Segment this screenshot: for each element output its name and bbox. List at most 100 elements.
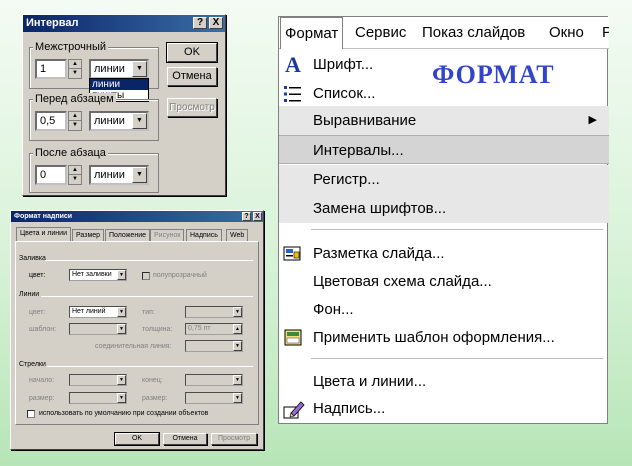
menu-service[interactable]: Сервис	[355, 17, 406, 48]
line-spacing-unit-select[interactable]: линии ▼	[89, 59, 149, 79]
line-pattern-label: шаблон:	[29, 326, 57, 333]
line-spacing-label: Межстрочный	[33, 41, 109, 53]
menu-item-colors-lines[interactable]: Цвета и линии...	[279, 367, 609, 396]
chevron-down-icon[interactable]: ▼	[233, 393, 242, 403]
close-button[interactable]: X	[209, 17, 223, 29]
interval-dialog: Интервал ? X Межстрочный 1 ▲ ▼ линии ▼ ли…	[22, 14, 226, 196]
chevron-down-icon[interactable]: ▼	[117, 375, 126, 385]
spin-down-icon[interactable]: ▼	[69, 175, 81, 184]
cancel-button[interactable]: Отмена	[163, 433, 207, 445]
font-a-icon: A	[285, 52, 301, 77]
preview-button[interactable]: Просмотр	[211, 433, 257, 445]
arrow-begin-select[interactable]: ▼	[69, 374, 127, 386]
chevron-down-icon[interactable]: ▼	[132, 61, 147, 77]
after-paragraph-input[interactable]: 0	[35, 165, 67, 185]
connector-select[interactable]: ▼	[185, 340, 243, 352]
help-button[interactable]: ?	[193, 17, 207, 29]
preview-button[interactable]: Просмотр	[167, 98, 217, 117]
menu-item-background[interactable]: Фон...	[279, 295, 609, 324]
translucent-label: полупрозрачный	[153, 272, 207, 279]
help-button[interactable]: ?	[242, 212, 251, 221]
after-paragraph-unit-select[interactable]: линии ▼	[89, 165, 149, 185]
menu-item-color-scheme[interactable]: Цветовая схема слайда...	[279, 267, 609, 296]
line-weight-label: толщина:	[142, 326, 173, 333]
interval-dialog-titlebar[interactable]: Интервал ? X	[23, 15, 225, 32]
menu-window[interactable]: Окно	[549, 17, 584, 48]
cancel-button[interactable]: Отмена	[167, 67, 217, 86]
arrow-end-size-select[interactable]: ▼	[185, 392, 243, 404]
menu-item-intervals[interactable]: Интервалы...	[279, 135, 609, 164]
spin-up-icon[interactable]: ▲	[69, 166, 81, 175]
lines-section-label: Линии	[19, 291, 40, 298]
chevron-down-icon[interactable]: ▼	[117, 393, 126, 403]
fill-section-label: Заливка	[19, 255, 46, 262]
chevron-down-icon[interactable]: ▼	[117, 270, 126, 280]
spin-down-icon[interactable]: ▼	[69, 69, 81, 78]
before-paragraph-label: Перед абзацем	[33, 93, 116, 105]
unit-option-lines[interactable]: линии	[90, 79, 148, 90]
menu-item-case[interactable]: Регистр...	[279, 165, 609, 194]
format-heading: ФОРМАТ	[432, 60, 555, 89]
before-paragraph-spinner[interactable]: ▲ ▼	[68, 111, 82, 131]
arrows-divider	[47, 366, 253, 367]
arrow-begin-size-label: размер:	[29, 395, 55, 402]
chevron-down-icon[interactable]: ▼	[117, 307, 126, 317]
list-icon	[283, 84, 303, 104]
before-paragraph-unit-select[interactable]: линии ▼	[89, 111, 149, 131]
default-checkbox-label: использовать по умолчанию при создании о…	[39, 410, 209, 417]
connector-label: соединительная линия:	[95, 343, 172, 350]
fill-color-select[interactable]: Нет заливки ▼	[69, 269, 127, 281]
before-paragraph-input[interactable]: 0,5	[35, 111, 67, 131]
chevron-down-icon[interactable]: ▼	[132, 167, 147, 183]
arrows-section-label: Стрелки	[19, 361, 46, 368]
submenu-arrow-icon: ▶	[588, 114, 597, 126]
translucent-checkbox[interactable]	[142, 272, 150, 280]
default-checkbox[interactable]	[27, 410, 35, 418]
chevron-down-icon[interactable]: ▼	[117, 324, 126, 334]
menu-format[interactable]: Формат	[280, 17, 344, 49]
spin-icon[interactable]: ▲	[233, 324, 242, 334]
spin-up-icon[interactable]: ▲	[69, 60, 81, 69]
chevron-down-icon[interactable]: ▼	[233, 307, 242, 317]
line-pattern-select[interactable]: ▼	[69, 323, 127, 335]
menu-bar: Формат Сервис Показ слайдов Окно Р	[279, 17, 609, 49]
menu-separator	[311, 229, 603, 230]
menu-item-textbox[interactable]: Надпись...	[279, 394, 609, 423]
arrow-begin-size-select[interactable]: ▼	[69, 392, 127, 404]
arrow-end-select[interactable]: ▼	[185, 374, 243, 386]
spin-up-icon[interactable]: ▲	[69, 112, 81, 121]
line-weight-input[interactable]: 0,75 пт ▲	[185, 323, 243, 335]
menu-item-replace-fonts[interactable]: Замена шрифтов...	[279, 194, 609, 223]
menu-item-apply-template[interactable]: Применить шаблон оформления...	[279, 323, 609, 352]
textbox-icon	[283, 399, 305, 419]
close-button[interactable]: X	[253, 212, 262, 221]
line-color-label: цвет:	[29, 309, 46, 316]
arrow-end-size-label: размер:	[142, 395, 168, 402]
chevron-down-icon[interactable]: ▼	[132, 113, 147, 129]
line-color-select[interactable]: Нет линий ▼	[69, 306, 127, 318]
chevron-down-icon[interactable]: ▼	[233, 375, 242, 385]
after-paragraph-spinner[interactable]: ▲ ▼	[68, 165, 82, 185]
arrow-begin-label: начало:	[29, 377, 55, 384]
arrow-end-label: конец:	[142, 377, 163, 384]
chevron-down-icon[interactable]: ▼	[233, 341, 242, 351]
format-textbox-titlebar[interactable]: Формат надписи ? X	[11, 211, 263, 222]
menu-separator	[311, 358, 603, 359]
line-spacing-input[interactable]: 1	[35, 59, 67, 79]
fill-color-label: цвет:	[29, 272, 46, 279]
fill-divider	[45, 260, 253, 261]
interval-dialog-title: Интервал	[26, 17, 79, 29]
slide-layout-icon	[283, 244, 303, 264]
menu-item-slide-layout[interactable]: Разметка слайда...	[279, 239, 609, 268]
spin-down-icon[interactable]: ▼	[69, 121, 81, 130]
menu-help[interactable]: Р	[602, 17, 609, 48]
tab-colors-lines[interactable]: Цвета и линии	[16, 227, 71, 241]
ok-button[interactable]: OK	[166, 42, 218, 63]
format-textbox-dialog: Формат надписи ? X Цвета и линии Размер …	[10, 210, 264, 450]
line-spacing-spinner[interactable]: ▲ ▼	[68, 59, 82, 79]
menu-item-alignment[interactable]: Выравнивание ▶	[279, 106, 609, 135]
ok-button[interactable]: OK	[114, 432, 160, 446]
line-type-label: тип:	[142, 309, 155, 316]
menu-slideshow[interactable]: Показ слайдов	[422, 17, 525, 48]
line-type-select[interactable]: ▼	[185, 306, 243, 318]
